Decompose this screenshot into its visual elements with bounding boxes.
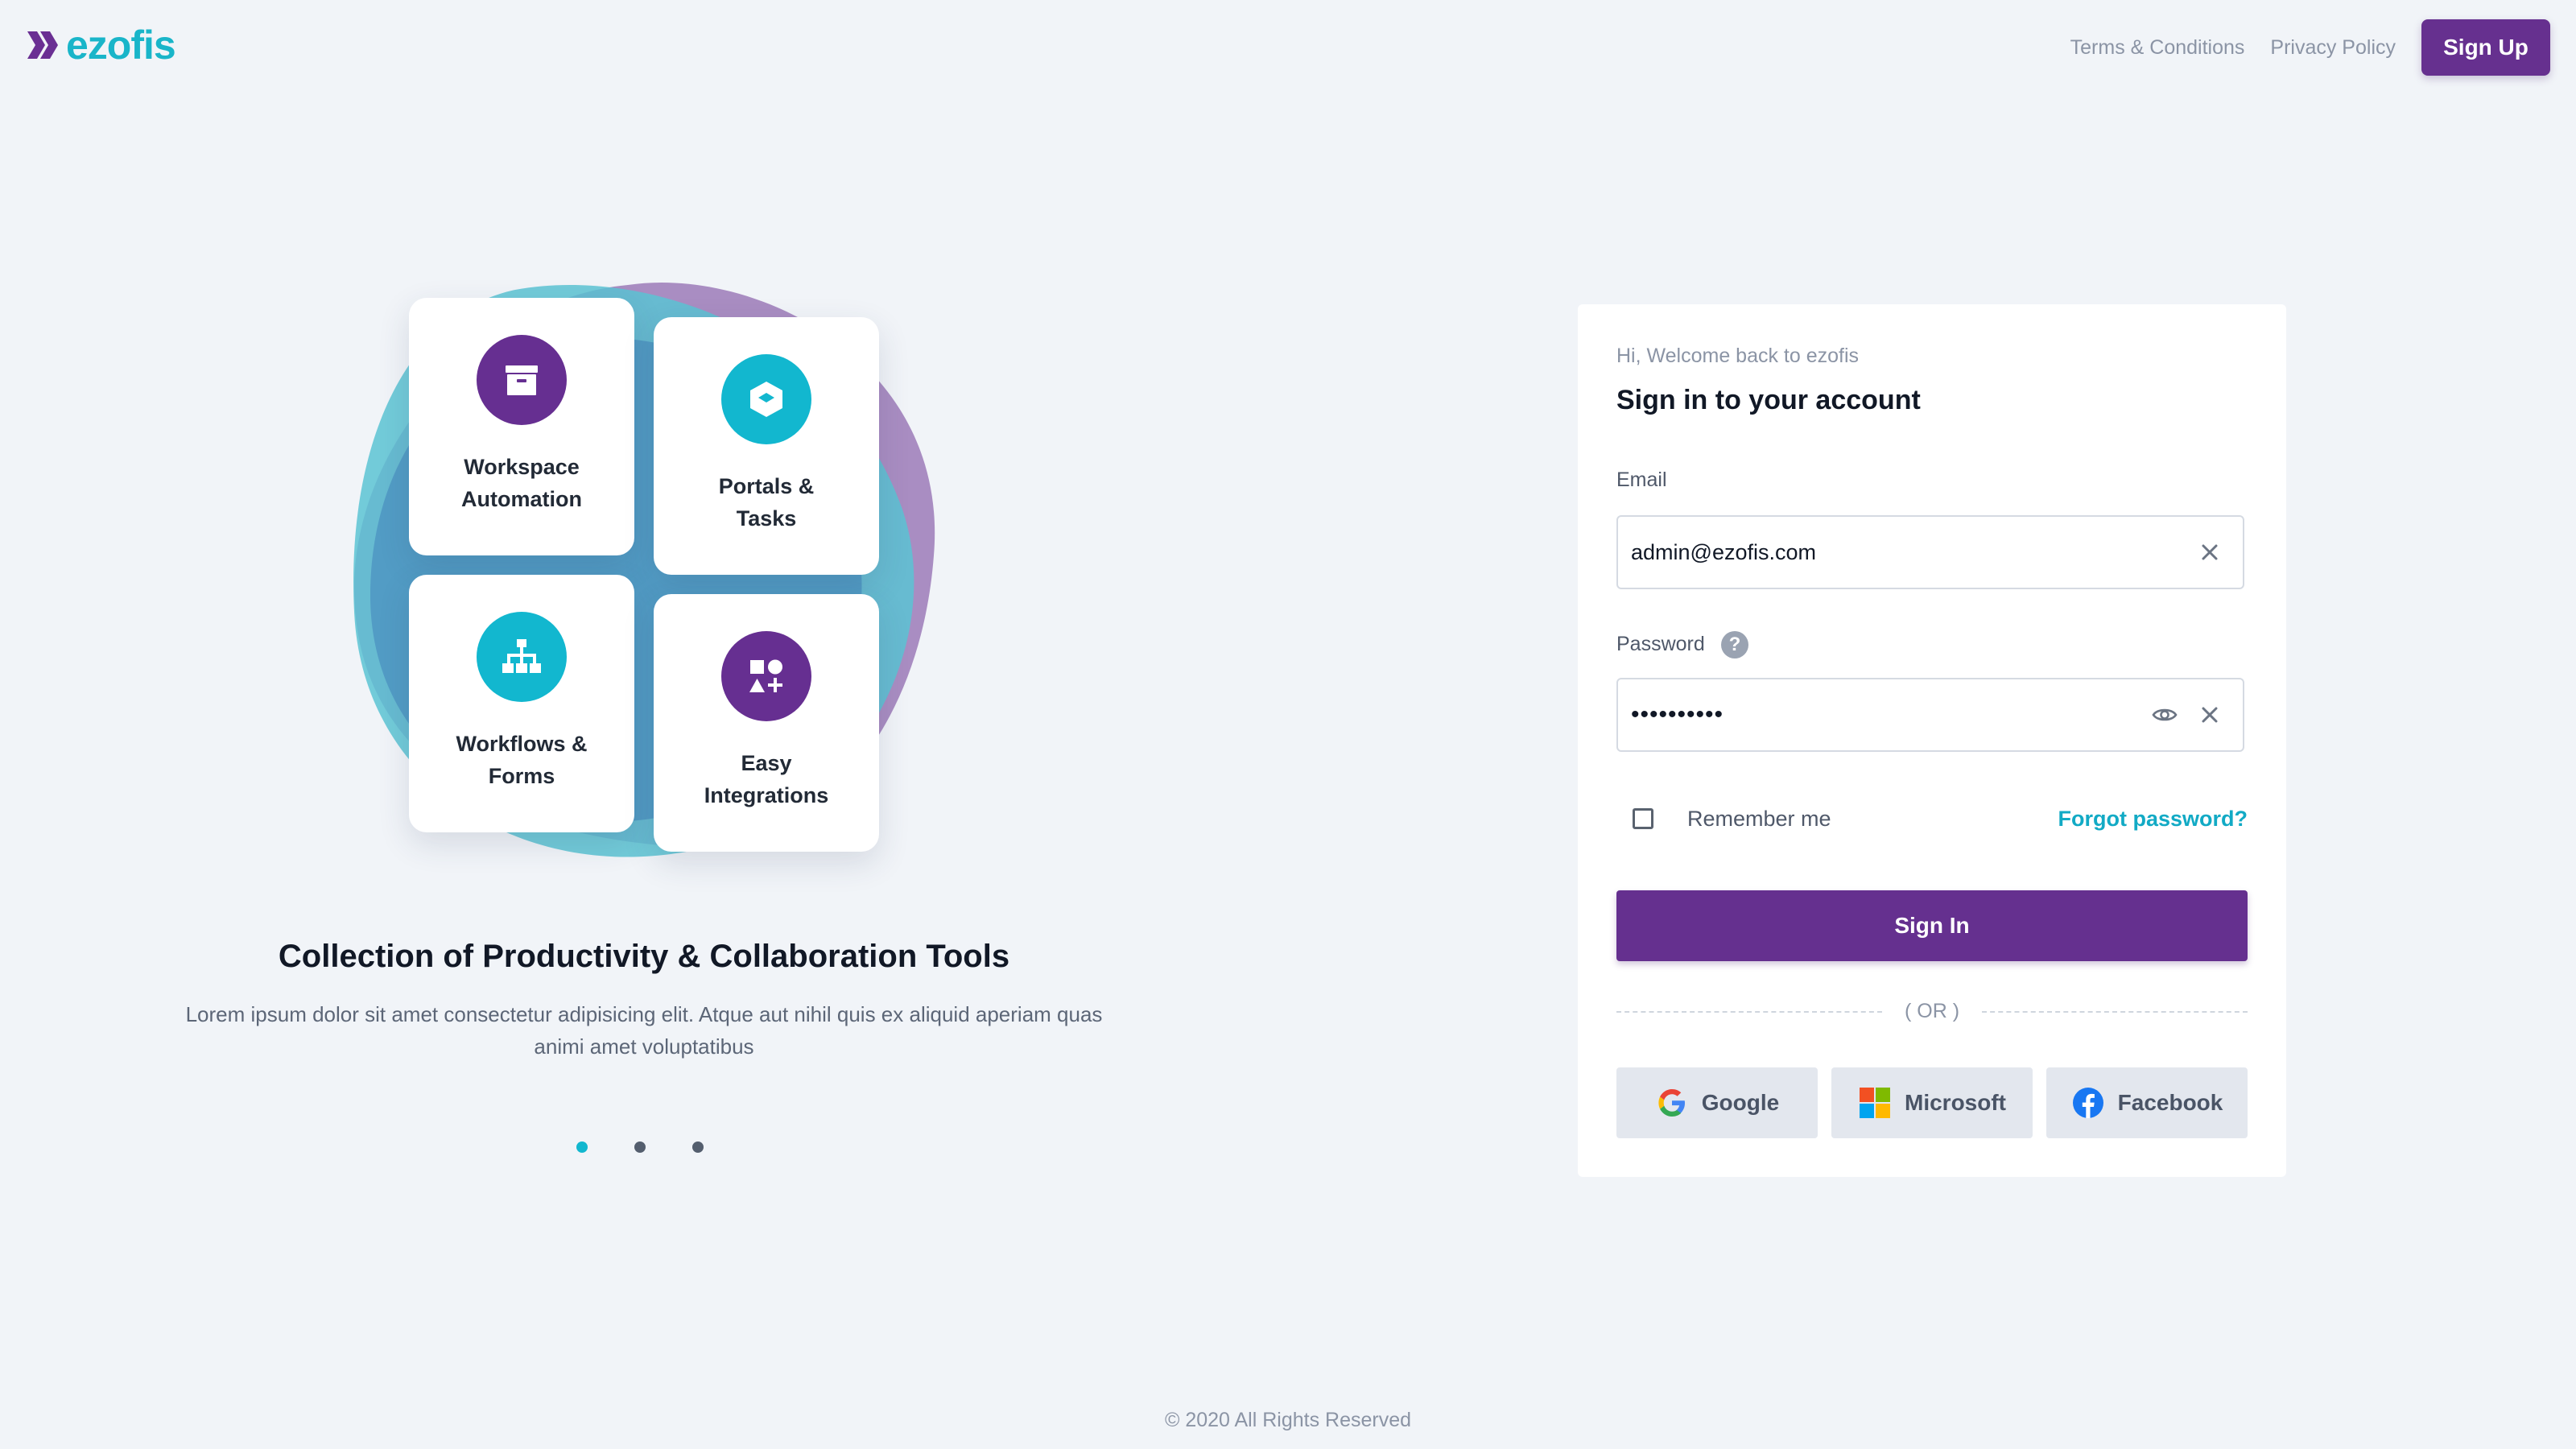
facebook-sign-in-button[interactable]: Facebook xyxy=(2046,1067,2248,1138)
microsoft-icon xyxy=(1860,1088,1890,1118)
or-text: ( OR ) xyxy=(1904,1000,1960,1022)
password-label: Password xyxy=(1616,633,1705,655)
forgot-password-link[interactable]: Forgot password? xyxy=(2058,807,2248,832)
email-field[interactable]: admin@ezofis.com xyxy=(1616,515,2244,589)
show-password-eye-icon[interactable] xyxy=(2151,701,2178,729)
copyright-footer: © 2020 All Rights Reserved xyxy=(1164,1409,1412,1431)
cube-icon xyxy=(721,354,811,444)
tile-label: Workflows & Forms xyxy=(456,732,588,788)
divider-line-right xyxy=(1982,1010,2248,1013)
tile-label: Easy Integrations xyxy=(704,751,829,807)
carousel-dot-3[interactable] xyxy=(692,1141,704,1153)
sign-in-button[interactable]: Sign In xyxy=(1616,890,2248,961)
email-value[interactable]: admin@ezofis.com xyxy=(1631,540,2196,565)
google-sign-in-button[interactable]: Google xyxy=(1616,1067,1818,1138)
microsoft-sign-in-button[interactable]: Microsoft xyxy=(1831,1067,2033,1138)
tile-label: Workspace Automation xyxy=(461,455,582,511)
facebook-icon xyxy=(2072,1088,2103,1118)
or-divider: ( OR ) xyxy=(1616,1000,2248,1023)
tile-label: Portals & Tasks xyxy=(718,474,815,530)
feature-tile-easy-integrations[interactable]: Easy Integrations xyxy=(654,594,879,852)
welcome-greeting: Hi, Welcome back to ezofis xyxy=(1616,345,1860,367)
remember-me-label[interactable]: Remember me xyxy=(1687,807,1831,832)
clear-email-icon[interactable] xyxy=(2196,539,2223,566)
logo-text: ezofis xyxy=(66,23,176,68)
promo-description: Lorem ipsum dolor sit amet consectetur a… xyxy=(185,1002,1103,1059)
top-navigation: Terms & Conditions Privacy Policy Sign U… xyxy=(2045,19,2550,76)
email-label: Email xyxy=(1616,469,1667,491)
facebook-label: Facebook xyxy=(2117,1090,2223,1115)
sign-up-button[interactable]: Sign Up xyxy=(2421,19,2550,76)
archive-box-icon xyxy=(477,335,567,425)
hierarchy-icon xyxy=(477,612,567,702)
carousel-dot-1[interactable] xyxy=(576,1141,588,1153)
password-field[interactable]: •••••••••• xyxy=(1616,678,2244,752)
password-value[interactable]: •••••••••• xyxy=(1631,701,2151,729)
google-label: Google xyxy=(1701,1090,1780,1115)
microsoft-label: Microsoft xyxy=(1905,1090,2006,1115)
carousel-pagination xyxy=(576,1141,750,1153)
ezofis-logo[interactable]: ezofis xyxy=(26,23,176,68)
clear-password-icon[interactable] xyxy=(2196,701,2223,729)
feature-tile-workflows-forms[interactable]: Workflows & Forms xyxy=(409,575,634,832)
promo-title: Collection of Productivity & Collaborati… xyxy=(278,939,1010,974)
remember-me-checkbox[interactable] xyxy=(1633,808,1653,829)
shapes-icon xyxy=(721,631,811,721)
google-icon xyxy=(1658,1089,1685,1117)
feature-tile-workspace-automation[interactable]: Workspace Automation xyxy=(409,298,634,555)
sign-in-card: Hi, Welcome back to ezofis Sign in to yo… xyxy=(1578,304,2286,1177)
feature-tile-portals-tasks[interactable]: Portals & Tasks xyxy=(654,317,879,575)
logo-chevrons-icon xyxy=(27,31,58,59)
terms-link[interactable]: Terms & Conditions xyxy=(2070,36,2245,60)
sign-in-title: Sign in to your account xyxy=(1616,385,1921,415)
divider-line-left xyxy=(1616,1010,1882,1013)
privacy-link[interactable]: Privacy Policy xyxy=(2270,36,2396,60)
carousel-dot-2[interactable] xyxy=(634,1141,646,1153)
help-icon[interactable]: ? xyxy=(1721,631,1748,658)
